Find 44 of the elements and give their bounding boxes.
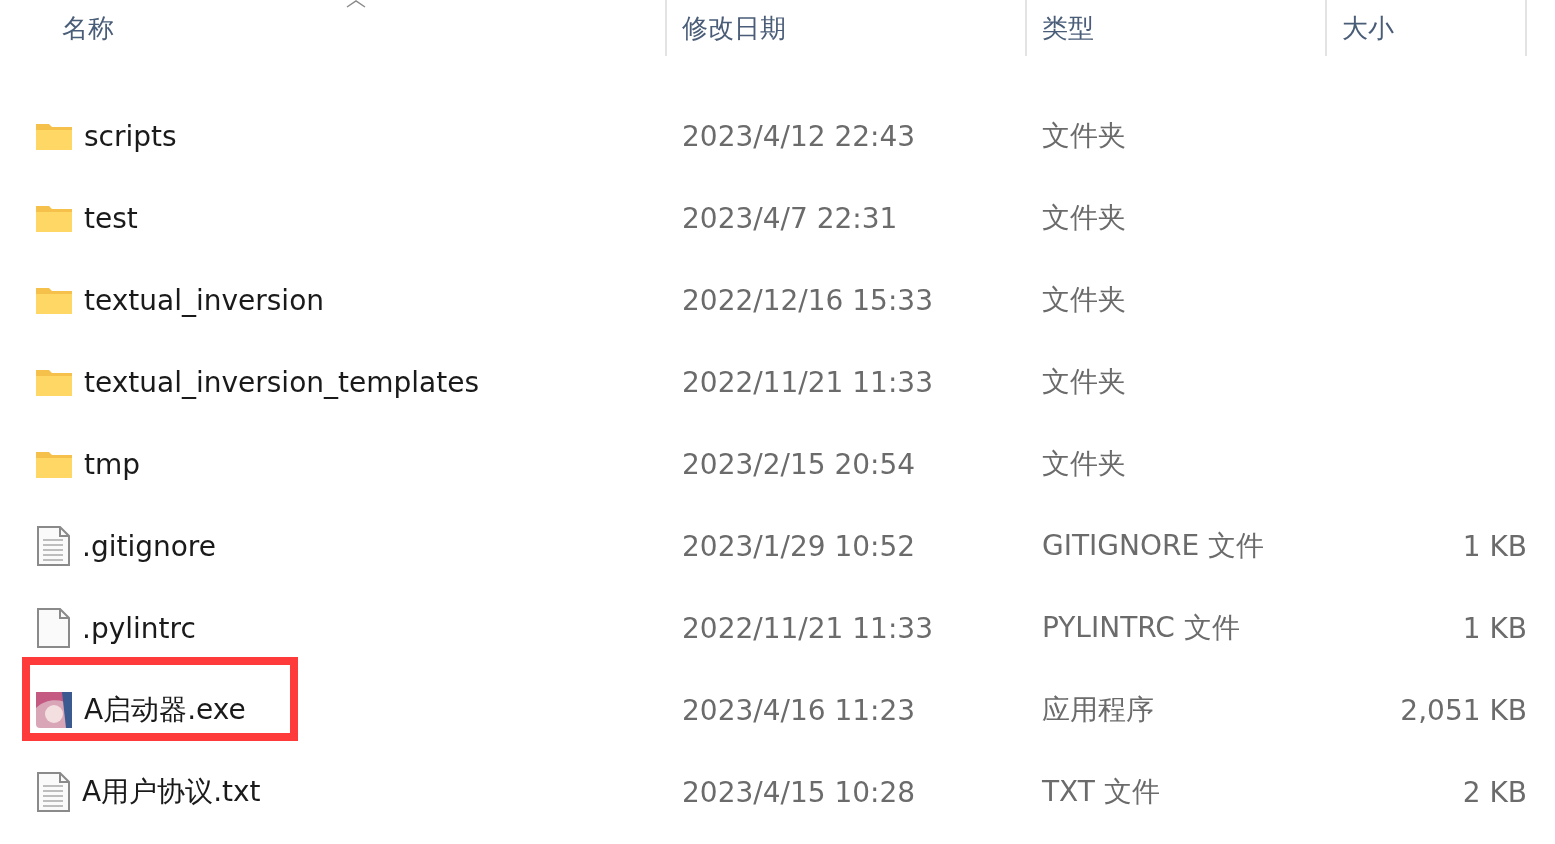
- folder-icon: [36, 286, 72, 314]
- file-name[interactable]: .gitignore: [82, 529, 216, 563]
- folder-icon: [36, 122, 72, 150]
- file-type: 文件夹: [1041, 282, 1127, 318]
- file-type: 应用程序: [1041, 692, 1155, 728]
- file-name[interactable]: scripts: [84, 119, 177, 153]
- modified-date: 2022/12/16 15:33: [681, 283, 934, 317]
- file-name[interactable]: .pylintrc: [82, 611, 196, 645]
- text-file-icon: [36, 526, 70, 566]
- modified-date: 2022/11/21 11:33: [681, 365, 934, 399]
- file-type: PYLINTRC 文件: [1041, 610, 1241, 646]
- column-header[interactable]: 名称: [0, 0, 667, 56]
- file-name[interactable]: textual_inversion: [84, 283, 325, 317]
- modified-date: 2023/4/15 10:28: [681, 775, 917, 809]
- modified-date: 2023/4/12 22:43: [681, 119, 917, 153]
- folder-icon: [36, 204, 72, 232]
- file-size: 2,051 KB: [1399, 693, 1527, 727]
- folder-icon: [36, 450, 72, 478]
- file-type: 文件夹: [1041, 364, 1127, 400]
- column-header[interactable]: 大小: [1327, 0, 1527, 56]
- column-header[interactable]: 类型: [1027, 0, 1327, 56]
- modified-date: 2023/4/7 22:31: [681, 201, 899, 235]
- app-icon: [36, 692, 72, 728]
- file-name[interactable]: A用户协议.txt: [82, 773, 261, 811]
- modified-date: 2023/2/15 20:54: [681, 447, 917, 481]
- file-size: 2 KB: [1461, 775, 1527, 809]
- file-name[interactable]: tmp: [84, 447, 141, 481]
- file-size: 1 KB: [1461, 529, 1527, 563]
- file-size: 1 KB: [1461, 611, 1527, 645]
- text-file-icon: [36, 772, 70, 812]
- folder-icon: [36, 368, 72, 396]
- file-icon: [36, 608, 70, 648]
- file-name[interactable]: test: [84, 201, 138, 235]
- file-type: TXT 文件: [1041, 774, 1161, 810]
- file-type: 文件夹: [1041, 118, 1127, 154]
- column-header[interactable]: 修改日期: [667, 0, 1027, 56]
- file-type: GITIGNORE 文件: [1041, 528, 1266, 564]
- modified-date: 2023/1/29 10:52: [681, 529, 917, 563]
- modified-date: 2022/11/21 11:33: [681, 611, 934, 645]
- file-type: 文件夹: [1041, 446, 1127, 482]
- modified-date: 2023/4/16 11:23: [681, 693, 917, 727]
- file-type: 文件夹: [1041, 200, 1127, 236]
- file-name[interactable]: textual_inversion_templates: [84, 365, 479, 399]
- file-name[interactable]: A启动器.exe: [84, 691, 246, 729]
